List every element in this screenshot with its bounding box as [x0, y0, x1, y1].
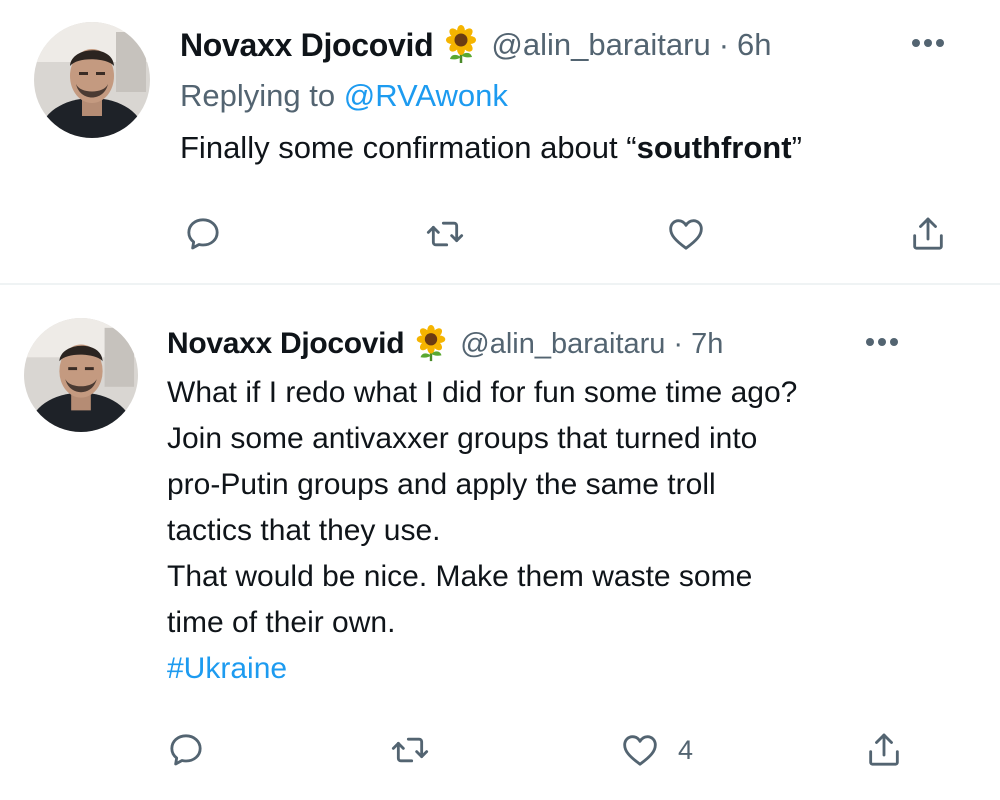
display-name[interactable]: Novaxx Djocovid: [167, 327, 405, 361]
share-icon: [908, 214, 948, 254]
avatar[interactable]: [34, 22, 150, 138]
handle[interactable]: @alin_baraitaru: [491, 27, 710, 63]
tweet-text: Finally some confirmation about “southfr…: [180, 130, 802, 166]
tweet-text-line: pro-Putin groups and apply the same trol…: [167, 468, 716, 501]
like-count: 4: [678, 734, 694, 765]
replying-prefix: Replying to: [180, 78, 336, 113]
replying-to-link[interactable]: @RVAwonk: [344, 78, 508, 113]
tweet-text-line: That would be nice. Make them waste some: [167, 560, 753, 593]
tweet[interactable]: Novaxx Djocovid @alin_baraitaru · 6h Rep…: [0, 0, 1000, 283]
like-button[interactable]: [666, 209, 706, 259]
more-dot: [924, 39, 932, 47]
tweet-text-line: tactics that they use.: [167, 514, 441, 547]
like-button[interactable]: 4: [620, 725, 693, 775]
sunflower-icon: [412, 325, 450, 363]
tweet-text-prefix: Finally some confirmation about “: [180, 130, 637, 165]
share-button[interactable]: [908, 209, 948, 259]
more-dot: [878, 338, 886, 346]
display-name[interactable]: Novaxx Djocovid: [180, 27, 434, 64]
timestamp[interactable]: 6h: [737, 27, 771, 63]
tweet-text-line: time of their own.: [167, 606, 396, 639]
timestamp[interactable]: 7h: [691, 328, 723, 361]
retweet-icon: [425, 214, 465, 254]
share-button[interactable]: [864, 725, 904, 775]
more-icon[interactable]: [912, 39, 944, 47]
share-icon: [864, 730, 904, 770]
reply-button[interactable]: [166, 725, 206, 775]
reply-icon: [183, 214, 223, 254]
tweet-header: Novaxx Djocovid @alin_baraitaru · 6h: [180, 20, 772, 70]
avatar[interactable]: [24, 318, 138, 432]
tweet-text-line: What if I redo what I did for fun some t…: [167, 376, 798, 409]
tweet[interactable]: Novaxx Djocovid @alin_baraitaru · 7h Wha…: [0, 285, 1000, 800]
reply-icon: [166, 730, 206, 770]
tweet-text: What if I redo what I did for fun some t…: [167, 370, 797, 692]
action-bar: 4: [0, 725, 1000, 775]
more-dot: [866, 338, 874, 346]
retweet-icon: [390, 730, 430, 770]
avatar-photo: [34, 22, 150, 138]
hashtag-link[interactable]: #Ukraine: [167, 646, 797, 692]
tweet-text-bold: southfront: [636, 130, 792, 165]
separator: ·: [673, 327, 684, 360]
tweet-text-line: Join some antivaxxer groups that turned …: [167, 422, 758, 455]
more-dot: [890, 338, 898, 346]
tweet-header: Novaxx Djocovid @alin_baraitaru · 7h: [167, 321, 723, 367]
retweet-button[interactable]: [390, 725, 430, 775]
action-bar: [0, 209, 1000, 259]
replying-to: Replying to @RVAwonk: [180, 78, 508, 114]
heart-icon: [666, 214, 706, 254]
sunflower-icon: [441, 25, 481, 65]
more-icon[interactable]: [866, 338, 898, 346]
heart-icon: [620, 730, 660, 770]
more-dot: [936, 39, 944, 47]
reply-button[interactable]: [183, 209, 223, 259]
handle[interactable]: @alin_baraitaru: [460, 328, 665, 361]
separator: ·: [718, 27, 730, 62]
tweet-text-suffix: ”: [791, 130, 802, 165]
more-dot: [912, 39, 920, 47]
avatar-photo: [24, 318, 138, 432]
retweet-button[interactable]: [425, 209, 465, 259]
